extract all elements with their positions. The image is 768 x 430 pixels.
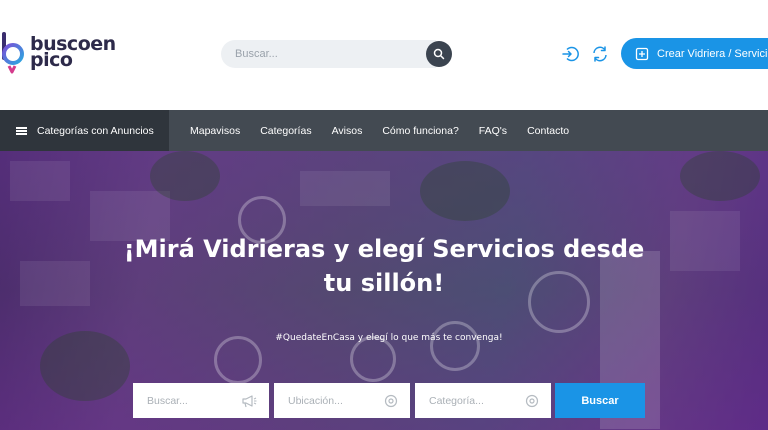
hero-location-input[interactable] (288, 394, 376, 407)
bg-tree (420, 161, 510, 221)
create-vidriera-label: Crear Vidriera / Servicio (657, 47, 768, 60)
bg-tree (680, 151, 760, 201)
megaphone-icon (242, 394, 257, 407)
hero-category-field (415, 383, 551, 418)
create-vidriera-button[interactable]: Crear Vidriera / Servicio (621, 38, 768, 69)
nav-item-faqs[interactable]: FAQ's (469, 125, 517, 137)
hero-location-field (274, 383, 410, 418)
login-icon (562, 46, 579, 62)
hero-subtitle: #QuedateEnCasa y elegí lo que más te con… (275, 333, 503, 343)
add-shop-icon (635, 47, 649, 61)
hero-keyword-field (133, 383, 269, 418)
bg-building (10, 161, 70, 201)
nav-item-como-funciona[interactable]: Cómo funciona? (372, 125, 468, 137)
hamburger-icon (16, 126, 27, 135)
bg-building (300, 171, 390, 206)
nav-item-mapavisos[interactable]: Mapavisos (180, 125, 250, 137)
target-icon (384, 394, 398, 407)
hero-keyword-input[interactable] (147, 394, 235, 407)
categories-menu-label: Categorías con Anuncios (37, 124, 154, 137)
bg-tree (150, 151, 220, 201)
hero-search-button[interactable]: Buscar (555, 383, 645, 418)
nav-item-avisos[interactable]: Avisos (322, 125, 373, 137)
logo-mark-icon (2, 32, 24, 74)
logo-text: buscoen pico (30, 35, 116, 70)
nav-item-categorias[interactable]: Categorías (250, 125, 321, 137)
bg-pin-icon (430, 321, 480, 371)
site-header: buscoen pico Buscar... Crear Vidriera / … (0, 0, 768, 110)
hero-title-line2: tu sillón! (323, 269, 445, 297)
header-search (221, 40, 453, 68)
hero-title-line1: ¡Mirá Vidrieras y elegí Servicios desde (123, 235, 645, 263)
nav-item-contacto[interactable]: Contacto (517, 125, 579, 137)
login-button[interactable] (559, 43, 581, 65)
header-search-input[interactable] (221, 40, 436, 68)
main-nav: Categorías con Anuncios Mapavisos Catego… (0, 110, 768, 151)
target-icon (525, 394, 539, 407)
categories-menu-button[interactable]: Categorías con Anuncios (0, 110, 169, 151)
logo[interactable]: buscoen pico (0, 30, 130, 82)
nav-links: Mapavisos Categorías Avisos Cómo funcion… (180, 110, 579, 151)
hero-category-input[interactable] (429, 394, 517, 407)
refresh-icon (593, 46, 607, 62)
search-icon (433, 48, 445, 60)
bg-pin-icon (214, 336, 262, 384)
header-search-button[interactable] (426, 41, 452, 67)
register-button[interactable] (589, 43, 611, 65)
hero-title: ¡Mirá Vidrieras y elegí Servicios desde … (0, 232, 768, 300)
hero-section: ¡Mirá Vidrieras y elegí Servicios desde … (0, 151, 768, 430)
